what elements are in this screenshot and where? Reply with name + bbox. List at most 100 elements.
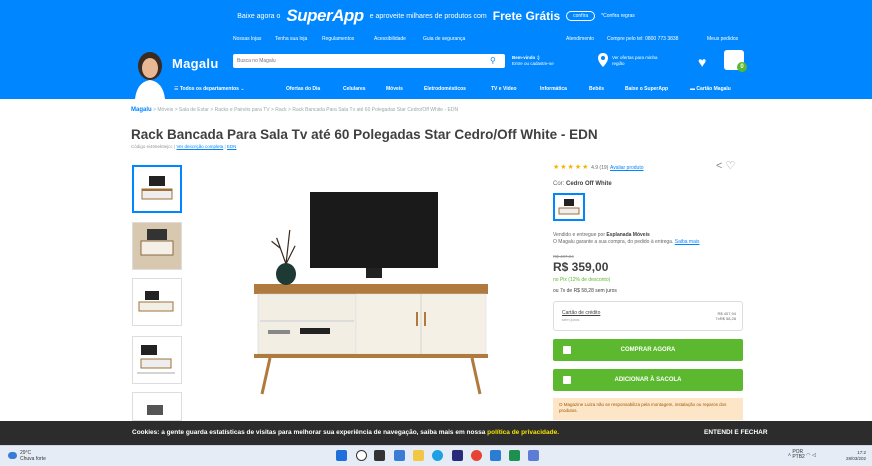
- lang-layout: PTB2: [792, 454, 805, 460]
- buy-now-label: COMPRAR AGORA: [620, 347, 676, 353]
- breadcrumb-path[interactable]: > Móveis > Sala de Estar > Racks e Painé…: [153, 107, 458, 113]
- link-meus-pedidos[interactable]: Meus pedidos: [707, 36, 738, 42]
- clock[interactable]: 17:2 28/03/202: [846, 450, 866, 462]
- current-price: R$ 359,00: [553, 260, 609, 274]
- product-title: Rack Bancada Para Sala Tv até 60 Polegad…: [131, 127, 598, 142]
- confira-pill[interactable]: confira: [566, 11, 596, 21]
- buy-now-button[interactable]: COMPRAR AGORA: [553, 339, 743, 361]
- old-price: R$ 407,94: [553, 254, 574, 259]
- promo-bar[interactable]: Baixe agora o SuperApp e aproveite milha…: [0, 0, 872, 32]
- frete-gratis-label: Frete Grátis: [492, 9, 561, 23]
- weather-widget[interactable]: 29°C Chuva forte: [8, 450, 46, 462]
- breadcrumb-home[interactable]: Magalu: [131, 107, 152, 113]
- nav-cartao-magalu[interactable]: ▬ Cartão Magalu: [690, 86, 731, 92]
- tray-chevron-up-icon[interactable]: ˄: [788, 452, 791, 458]
- store-icon[interactable]: [452, 450, 463, 461]
- link-regulamentos[interactable]: Regulamentos: [322, 36, 354, 42]
- rate-product-link[interactable]: Avaliar produto: [610, 165, 644, 171]
- location-offers[interactable]: Ver ofertas para minha região: [612, 55, 658, 67]
- search-icon[interactable]: [356, 450, 367, 461]
- privacy-policy-link[interactable]: política de privacidade.: [487, 429, 559, 436]
- link-atendimento[interactable]: Atendimento: [566, 36, 594, 42]
- superapp-brand: SuperApp: [286, 6, 364, 25]
- nav-ofertas-do-dia[interactable]: Ofertas do Dia: [286, 86, 320, 92]
- task-view-icon[interactable]: [374, 450, 385, 461]
- excel-icon[interactable]: [509, 450, 520, 461]
- cookie-banner: Cookies: a gente guarda estatísticas de …: [0, 421, 872, 445]
- main-nav: ☰ Todos os departamentos ⌄ Ofertas do Di…: [0, 82, 872, 96]
- nav-moveis[interactable]: Móveis: [386, 86, 403, 92]
- breadcrumb[interactable]: Magalu > Móveis > Sala de Estar > Racks …: [131, 107, 458, 113]
- favorites-heart-icon[interactable]: ♥: [698, 54, 706, 70]
- thumbnail-3[interactable]: [132, 278, 182, 326]
- cart-count-badge: 0: [737, 62, 747, 72]
- thumbnail-5[interactable]: [132, 392, 182, 421]
- volume-icon[interactable]: ◁: [812, 452, 816, 458]
- add-to-bag-button[interactable]: ADICIONAR À SACOLA: [553, 369, 743, 391]
- nav-celulares[interactable]: Celulares: [343, 86, 366, 92]
- brand-link[interactable]: EDN: [227, 144, 237, 149]
- product-code: Código ei465ek9ejcc: [131, 144, 173, 149]
- credit-card-values: R$ 407,94 7xR$ 58,28: [716, 311, 736, 321]
- link-telefone[interactable]: Compre pelo tel: 0800 773 3838: [607, 36, 678, 42]
- shopping-bag-icon[interactable]: 0: [724, 50, 747, 72]
- color-swatch[interactable]: [553, 193, 585, 221]
- windows-start-icon[interactable]: [336, 450, 347, 461]
- credit-card-option[interactable]: Cartão de crédito sem juros R$ 407,94 7x…: [553, 301, 743, 331]
- product-main-image[interactable]: [240, 188, 508, 402]
- color-label: Cor:: [553, 181, 565, 187]
- link-tenha-sua-loja[interactable]: Tenha sua loja: [275, 36, 307, 42]
- color-selector-label: Cor: Cedro Off White: [553, 181, 612, 187]
- nav-bebes[interactable]: Bebês: [589, 86, 604, 92]
- nav-eletrodomesticos[interactable]: Eletrodomésticos: [424, 86, 466, 92]
- link-acessibilidade[interactable]: Acessibilidade: [374, 36, 406, 42]
- full-description-link[interactable]: Ver descrição completa: [176, 144, 223, 149]
- chat-icon[interactable]: [394, 450, 405, 461]
- clock-date: 28/03/202: [846, 456, 867, 461]
- word-icon[interactable]: [490, 450, 501, 461]
- windows-taskbar: 29°C Chuva forte ˄ POR PTB2 ◠ ◁ 17:2 28/…: [0, 445, 872, 466]
- link-nossas-lojas[interactable]: Nossas lojas: [233, 36, 261, 42]
- location-pin-icon[interactable]: [598, 53, 608, 67]
- edge-icon[interactable]: [432, 450, 443, 461]
- nav-label: Cartão Magalu: [696, 86, 731, 92]
- thumb-rack-tv-image: [141, 176, 173, 200]
- nav-informatica[interactable]: Informática: [540, 86, 567, 92]
- chrome-icon[interactable]: [471, 450, 482, 461]
- account-login[interactable]: Bem-vindo :) Entre ou cadastre-se: [512, 55, 554, 67]
- pix-info: no Pix (12% de desconto): [553, 277, 610, 283]
- search-input[interactable]: [233, 54, 505, 68]
- welcome-subtitle: Entre ou cadastre-se: [512, 61, 554, 66]
- sold-by-prefix: Vendido e entregue por: [553, 232, 605, 238]
- thumbnail-1[interactable]: [132, 165, 182, 213]
- credit-card-installment: 7xR$ 58,28: [715, 316, 736, 321]
- nav-baixe-superapp[interactable]: Baixe o SuperApp: [625, 86, 668, 92]
- nav-tv-video[interactable]: TV e Vídeo: [491, 86, 517, 92]
- cart-icon: [563, 346, 571, 354]
- nav-todos-departamentos[interactable]: ☰ Todos os departamentos ⌄: [174, 86, 245, 92]
- seller-name[interactable]: Esplanada Móveis: [606, 232, 649, 238]
- magalu-logo[interactable]: Magalu: [172, 56, 219, 71]
- file-explorer-icon[interactable]: [413, 450, 424, 461]
- header-links: Nossas lojas Tenha sua loja Regulamentos…: [0, 32, 872, 46]
- rating-stars: ★★★★★: [553, 164, 590, 171]
- saiba-mais-link[interactable]: Saiba mais: [675, 239, 700, 245]
- weather-icon: [8, 452, 17, 459]
- system-tray[interactable]: ˄ POR PTB2 ◠ ◁: [788, 450, 816, 460]
- favorite-heart-icon[interactable]: ♡: [726, 160, 736, 172]
- guarantee-text: O Magalu garante a sua compra, do pedido…: [553, 239, 674, 245]
- thumbnail-2[interactable]: [132, 222, 182, 270]
- share-icon[interactable]: <: [716, 160, 722, 172]
- product-rating: ★★★★★ 4.9 (19) Avaliar produto: [553, 163, 644, 171]
- thumb-room-image: [133, 223, 181, 269]
- cookie-accept-button[interactable]: ENTENDI E FECHAR: [704, 429, 768, 436]
- link-guia-seguranca[interactable]: Guia de segurança: [423, 36, 465, 42]
- location-line-2: região: [612, 61, 625, 66]
- wifi-icon[interactable]: ◠: [806, 452, 810, 458]
- color-value: Cedro Off White: [566, 181, 612, 187]
- search-icon[interactable]: ⚲: [490, 56, 496, 65]
- photos-icon[interactable]: [528, 450, 539, 461]
- thumbnail-4[interactable]: [132, 336, 182, 384]
- site-header: Nossas lojas Tenha sua loja Regulamentos…: [0, 32, 872, 99]
- add-to-bag-label: ADICIONAR À SACOLA: [614, 377, 682, 383]
